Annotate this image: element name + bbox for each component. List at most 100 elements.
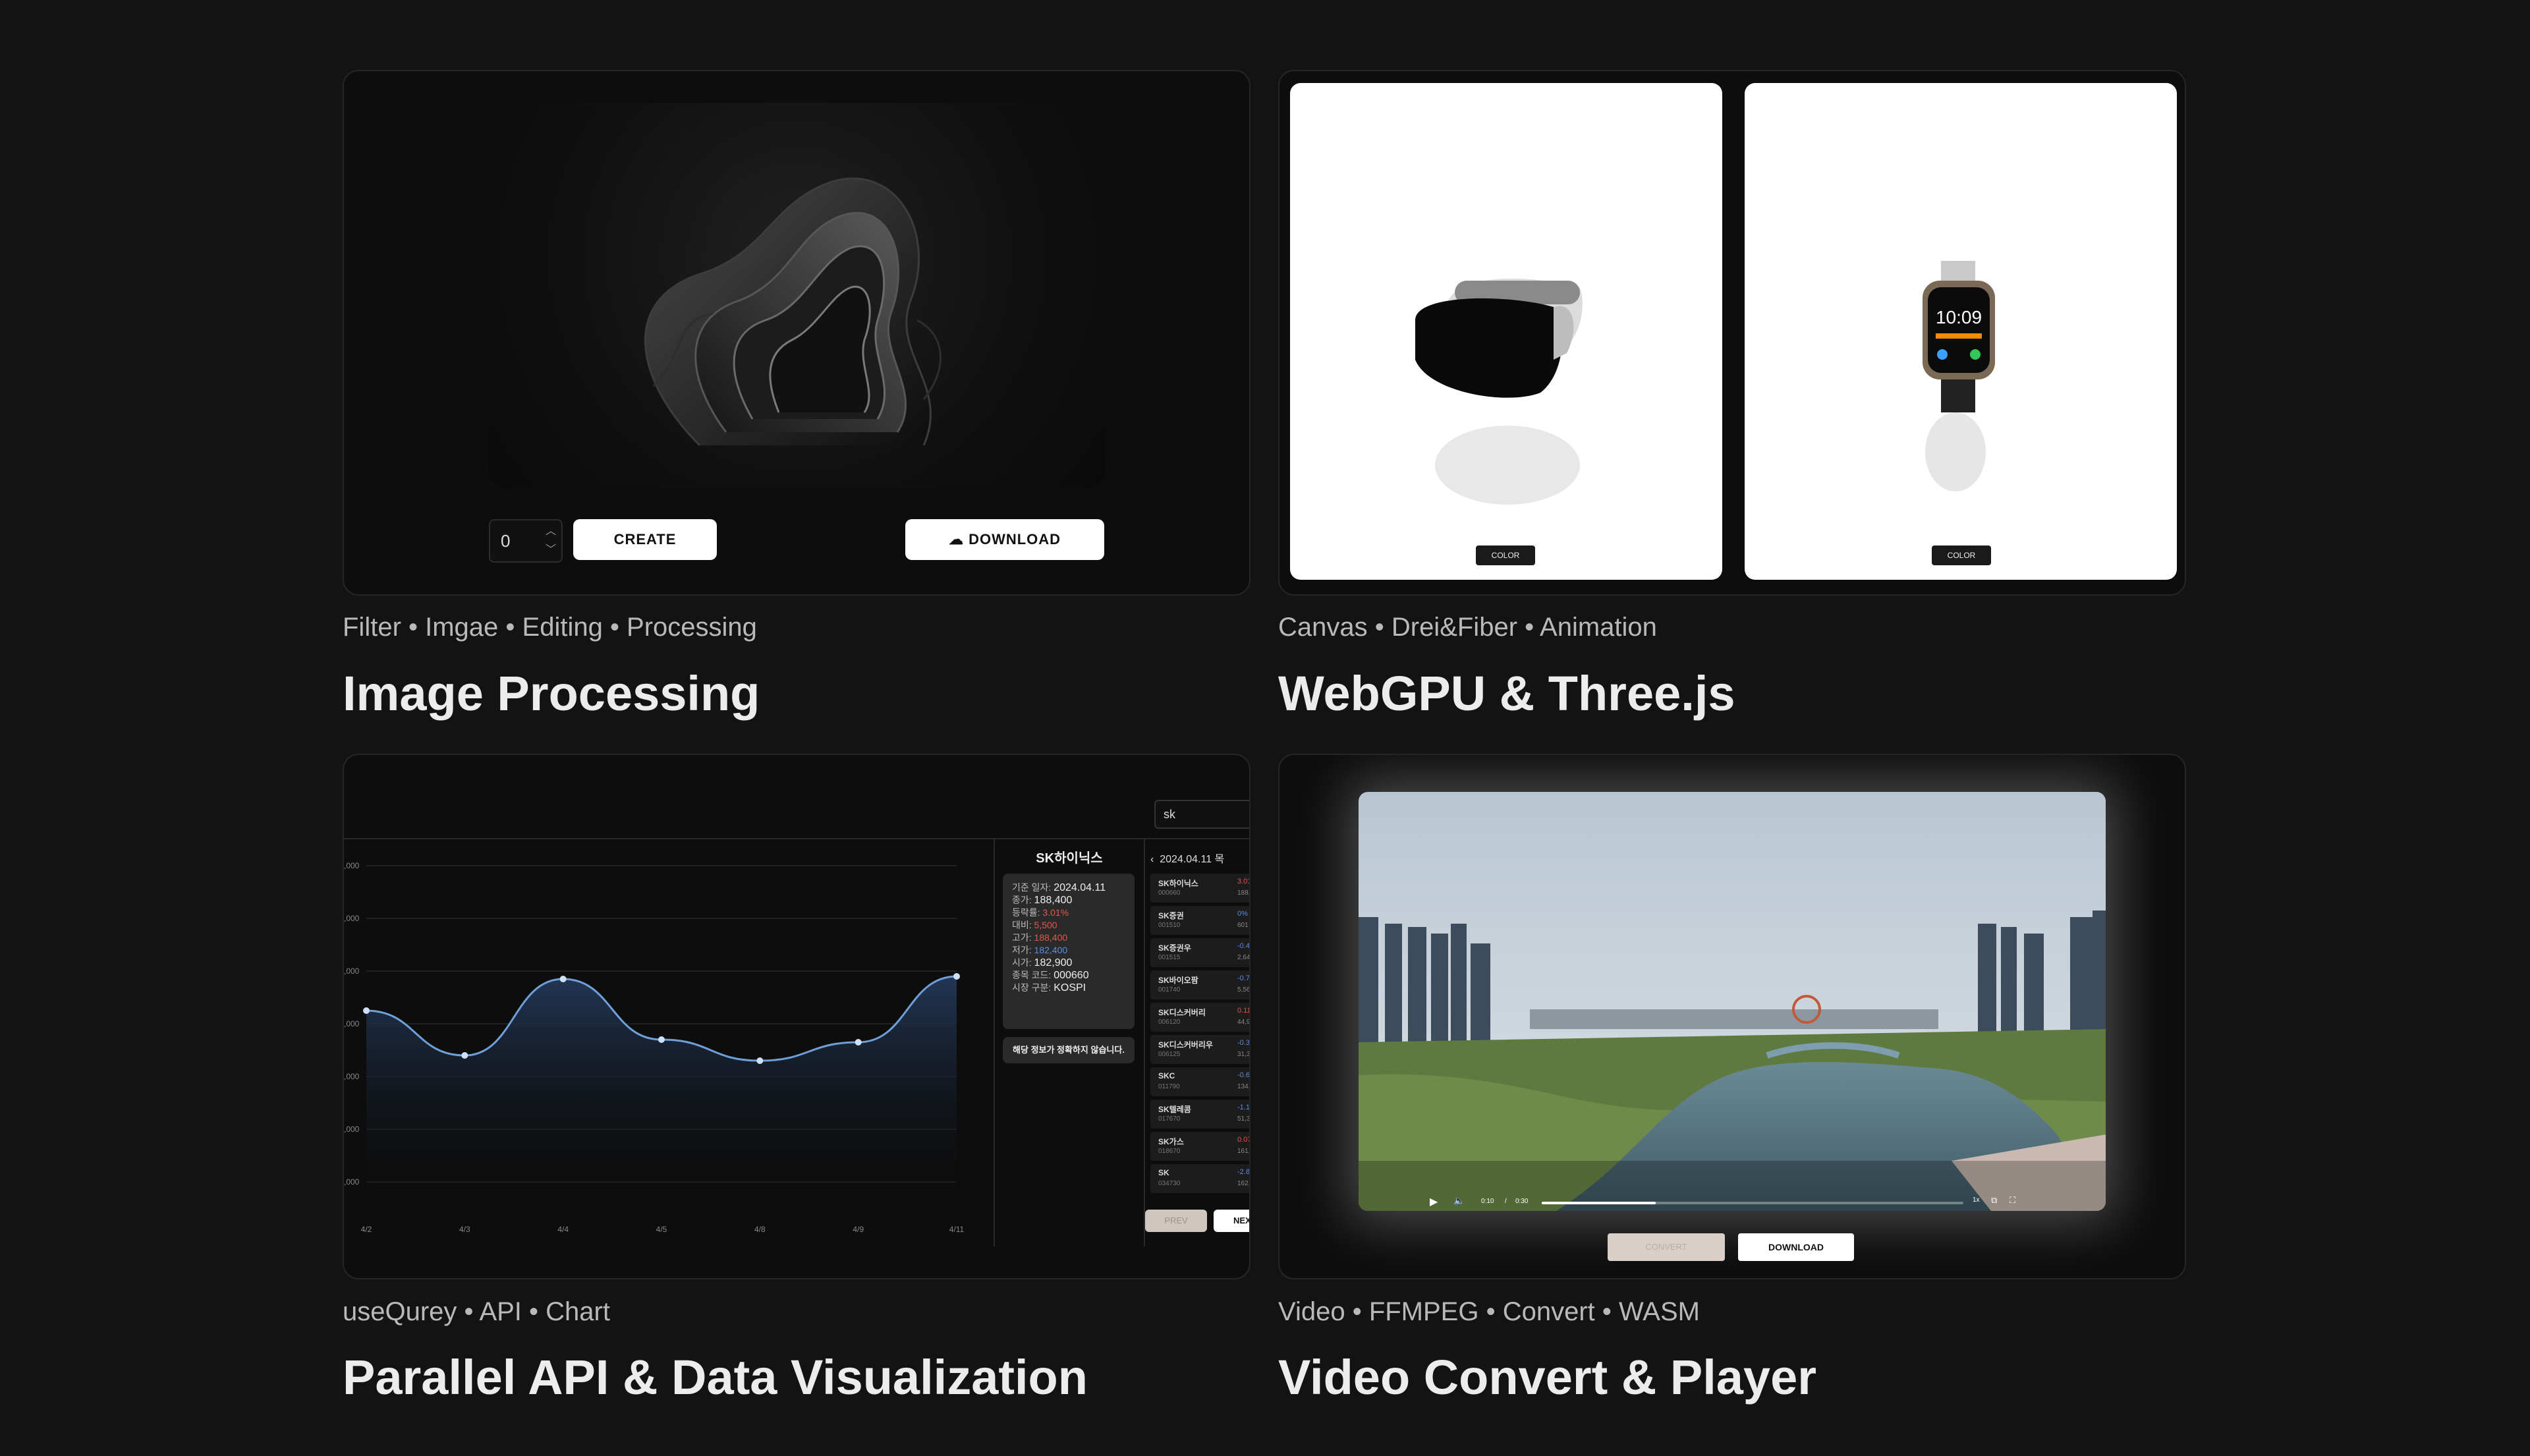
high-price: 188,400 — [1034, 932, 1068, 943]
video-download-button[interactable]: DOWNLOAD — [1738, 1233, 1854, 1261]
list-item-change: 0% — [1237, 910, 1248, 918]
chevron-left-icon[interactable]: ‹ — [1150, 854, 1154, 865]
list-item-change: -0.7 — [1237, 974, 1250, 982]
search-value: sk — [1164, 808, 1175, 821]
code-label: 종목 코드: — [1012, 970, 1052, 980]
list-item-price: 161, — [1237, 1148, 1251, 1155]
x-tick-label: 4/4 — [557, 1225, 569, 1234]
next-button[interactable]: NEXT — [1214, 1210, 1249, 1232]
list-item-change: 3.01 — [1237, 878, 1251, 885]
prev-button[interactable]: PREV — [1145, 1210, 1207, 1232]
stock-list[interactable]: ‹ 2024.04.11 목 SK하이닉스 000660 3.01 188, SK증권 0… — [1144, 839, 1251, 1246]
data-point[interactable] — [756, 1057, 764, 1064]
prev-label: PREV — [1164, 1216, 1188, 1225]
list-item-code: 001515 — [1158, 954, 1181, 961]
list-item[interactable]: SK 034730 -2.8 162, — [1150, 1164, 1251, 1193]
price-chart: ,000 ,000 ,000 ,000 ,000 ,000 ,000 4/2 4/3 4/4 4/… — [344, 861, 965, 1234]
list-item-price: 162, — [1237, 1180, 1251, 1187]
list-item[interactable]: SK디스커버리우 006125 -0.3 31,3 — [1150, 1035, 1251, 1064]
list-item-change: 0.11 — [1237, 1007, 1251, 1015]
data-point[interactable] — [953, 973, 960, 980]
video-download-label: DOWNLOAD — [1768, 1242, 1824, 1252]
seek-bar[interactable] — [1542, 1202, 1963, 1204]
list-date-nav[interactable]: ‹ 2024.04.11 목 — [1150, 850, 1224, 866]
number-input[interactable]: 0 ︿ ﹀ — [489, 519, 563, 563]
list-item-code: 001510 — [1158, 922, 1181, 929]
list-item-price: 31,3 — [1237, 1051, 1251, 1058]
list-item[interactable]: SK증권우 001515 -0.4 2,64 — [1150, 938, 1251, 967]
stock-info-box: 기준 일자: 2024.04.11 종가: 188,400 등락률: 3.01%… — [1003, 874, 1135, 1029]
create-button[interactable]: CREATE — [573, 519, 717, 560]
list-item-name: SK하이닉스 — [1158, 879, 1198, 888]
list-item-price: 2,64 — [1237, 954, 1251, 961]
list-item[interactable]: SK가스 018670 0.07 161, — [1150, 1132, 1251, 1161]
webgpu-card[interactable]: COLOR 10:09 COLOR — [1278, 70, 2186, 596]
data-point[interactable] — [855, 1039, 862, 1046]
speed-icon[interactable]: 1x — [1973, 1196, 1980, 1204]
image-processing-card[interactable]: 0 ︿ ﹀ CREATE ☁ DOWNLOAD — [343, 70, 1251, 596]
pip-icon[interactable]: ⧉ — [1991, 1195, 1997, 1206]
data-visualization-card[interactable]: sk ,000 ,000 ,000 ,000 ,000 ,000 ,000 4/2 4/3 4/… — [343, 754, 1251, 1279]
stock-search-input[interactable]: sk — [1154, 800, 1249, 829]
video-card[interactable]: ▶ 🔈 0:10 / 0:30 1x ⧉ ⛶ CONVERT DOWNLOAD — [1278, 754, 2186, 1279]
vr-headset-image — [1415, 278, 1583, 505]
list-item[interactable]: SK텔레콤 017670 -1.1 51,3 — [1150, 1100, 1249, 1129]
data-point[interactable] — [363, 1007, 370, 1014]
color-button[interactable]: COLOR — [1932, 546, 1991, 565]
low-price: 182,400 — [1034, 945, 1068, 955]
current-time: 0:10 — [1481, 1198, 1494, 1205]
data-point[interactable] — [658, 1036, 665, 1043]
duration: 0:30 — [1515, 1198, 1529, 1205]
play-icon[interactable]: ▶ — [1430, 1195, 1438, 1208]
list-item[interactable]: SK바이오팜 001740 -0.7 5,56 — [1150, 970, 1250, 999]
time-separator: / — [1505, 1198, 1507, 1205]
headset-panel[interactable]: COLOR — [1290, 83, 1722, 580]
download-button[interactable]: ☁ DOWNLOAD — [905, 519, 1104, 560]
smartwatch-image: 10:09 — [1923, 261, 1995, 491]
webgpu-title: WebGPU & Three.js — [1278, 666, 1735, 721]
download-label: DOWNLOAD — [969, 531, 1061, 547]
list-item[interactable]: SK증권 001510 0% 601 — [1150, 906, 1249, 935]
market: KOSPI — [1054, 982, 1086, 994]
data-point[interactable] — [559, 976, 567, 982]
low-label: 저가: — [1012, 945, 1032, 955]
high-label: 고가: — [1012, 932, 1032, 943]
watch-panel[interactable]: 10:09 COLOR — [1745, 83, 2177, 580]
data-point[interactable] — [461, 1052, 468, 1059]
video-player[interactable]: ▶ 🔈 0:10 / 0:30 1x ⧉ ⛶ — [1359, 792, 2106, 1211]
list-item[interactable]: SKC 011790 -0.6 134, — [1150, 1067, 1250, 1096]
base-date-label: 기준 일자: — [1012, 882, 1052, 893]
list-item-code: 034730 — [1158, 1180, 1181, 1187]
x-tick-label: 4/2 — [361, 1225, 372, 1234]
video-controls[interactable]: ▶ 🔈 0:10 / 0:30 1x ⧉ ⛶ — [1430, 1194, 2042, 1211]
create-label: CREATE — [613, 531, 677, 547]
chevron-down-icon[interactable]: ﹀ — [546, 530, 556, 571]
data-visualization-tags: useQurey • API • Chart — [343, 1297, 610, 1326]
color-label: COLOR — [1947, 551, 1976, 560]
y-tick-label: ,000 — [344, 1072, 360, 1081]
list-item-change: -2.8 — [1237, 1168, 1250, 1176]
list-item-name: SK증권 — [1158, 911, 1184, 920]
volume-icon[interactable]: 🔈 — [1453, 1195, 1465, 1206]
y-tick-label: ,000 — [344, 1125, 360, 1134]
list-item-change: -0.4 — [1237, 942, 1250, 950]
x-tick-label: 4/3 — [459, 1225, 470, 1234]
color-button[interactable]: COLOR — [1476, 546, 1535, 565]
list-item-code: 018670 — [1158, 1148, 1181, 1155]
fullscreen-icon[interactable]: ⛶ — [2010, 1195, 2015, 1206]
list-item-name: SK가스 — [1158, 1137, 1184, 1146]
x-tick-label: 4/5 — [656, 1225, 667, 1234]
list-item-name: SK증권우 — [1158, 943, 1191, 953]
list-item[interactable]: SK하이닉스 000660 3.01 188, — [1150, 874, 1251, 903]
list-item-name: SK디스커버리우 — [1158, 1040, 1213, 1050]
list-item-change: -0.6 — [1237, 1071, 1250, 1079]
list-item[interactable]: SK디스커버리 006120 0.11 44,9 — [1150, 1003, 1251, 1032]
list-item-name: SKC — [1158, 1071, 1175, 1080]
convert-label: CONVERT — [1645, 1242, 1687, 1252]
list-item-name: SK바이오팜 — [1158, 976, 1198, 985]
city-aerial-video-frame — [1359, 792, 2106, 1211]
list-item-code: 006125 — [1158, 1051, 1181, 1058]
abstract-art-image — [489, 103, 1106, 488]
stock-info-panel: SK하이닉스 기준 일자: 2024.04.11 종가: 188,400 등락률… — [994, 839, 1145, 1246]
convert-button[interactable]: CONVERT — [1608, 1233, 1725, 1261]
